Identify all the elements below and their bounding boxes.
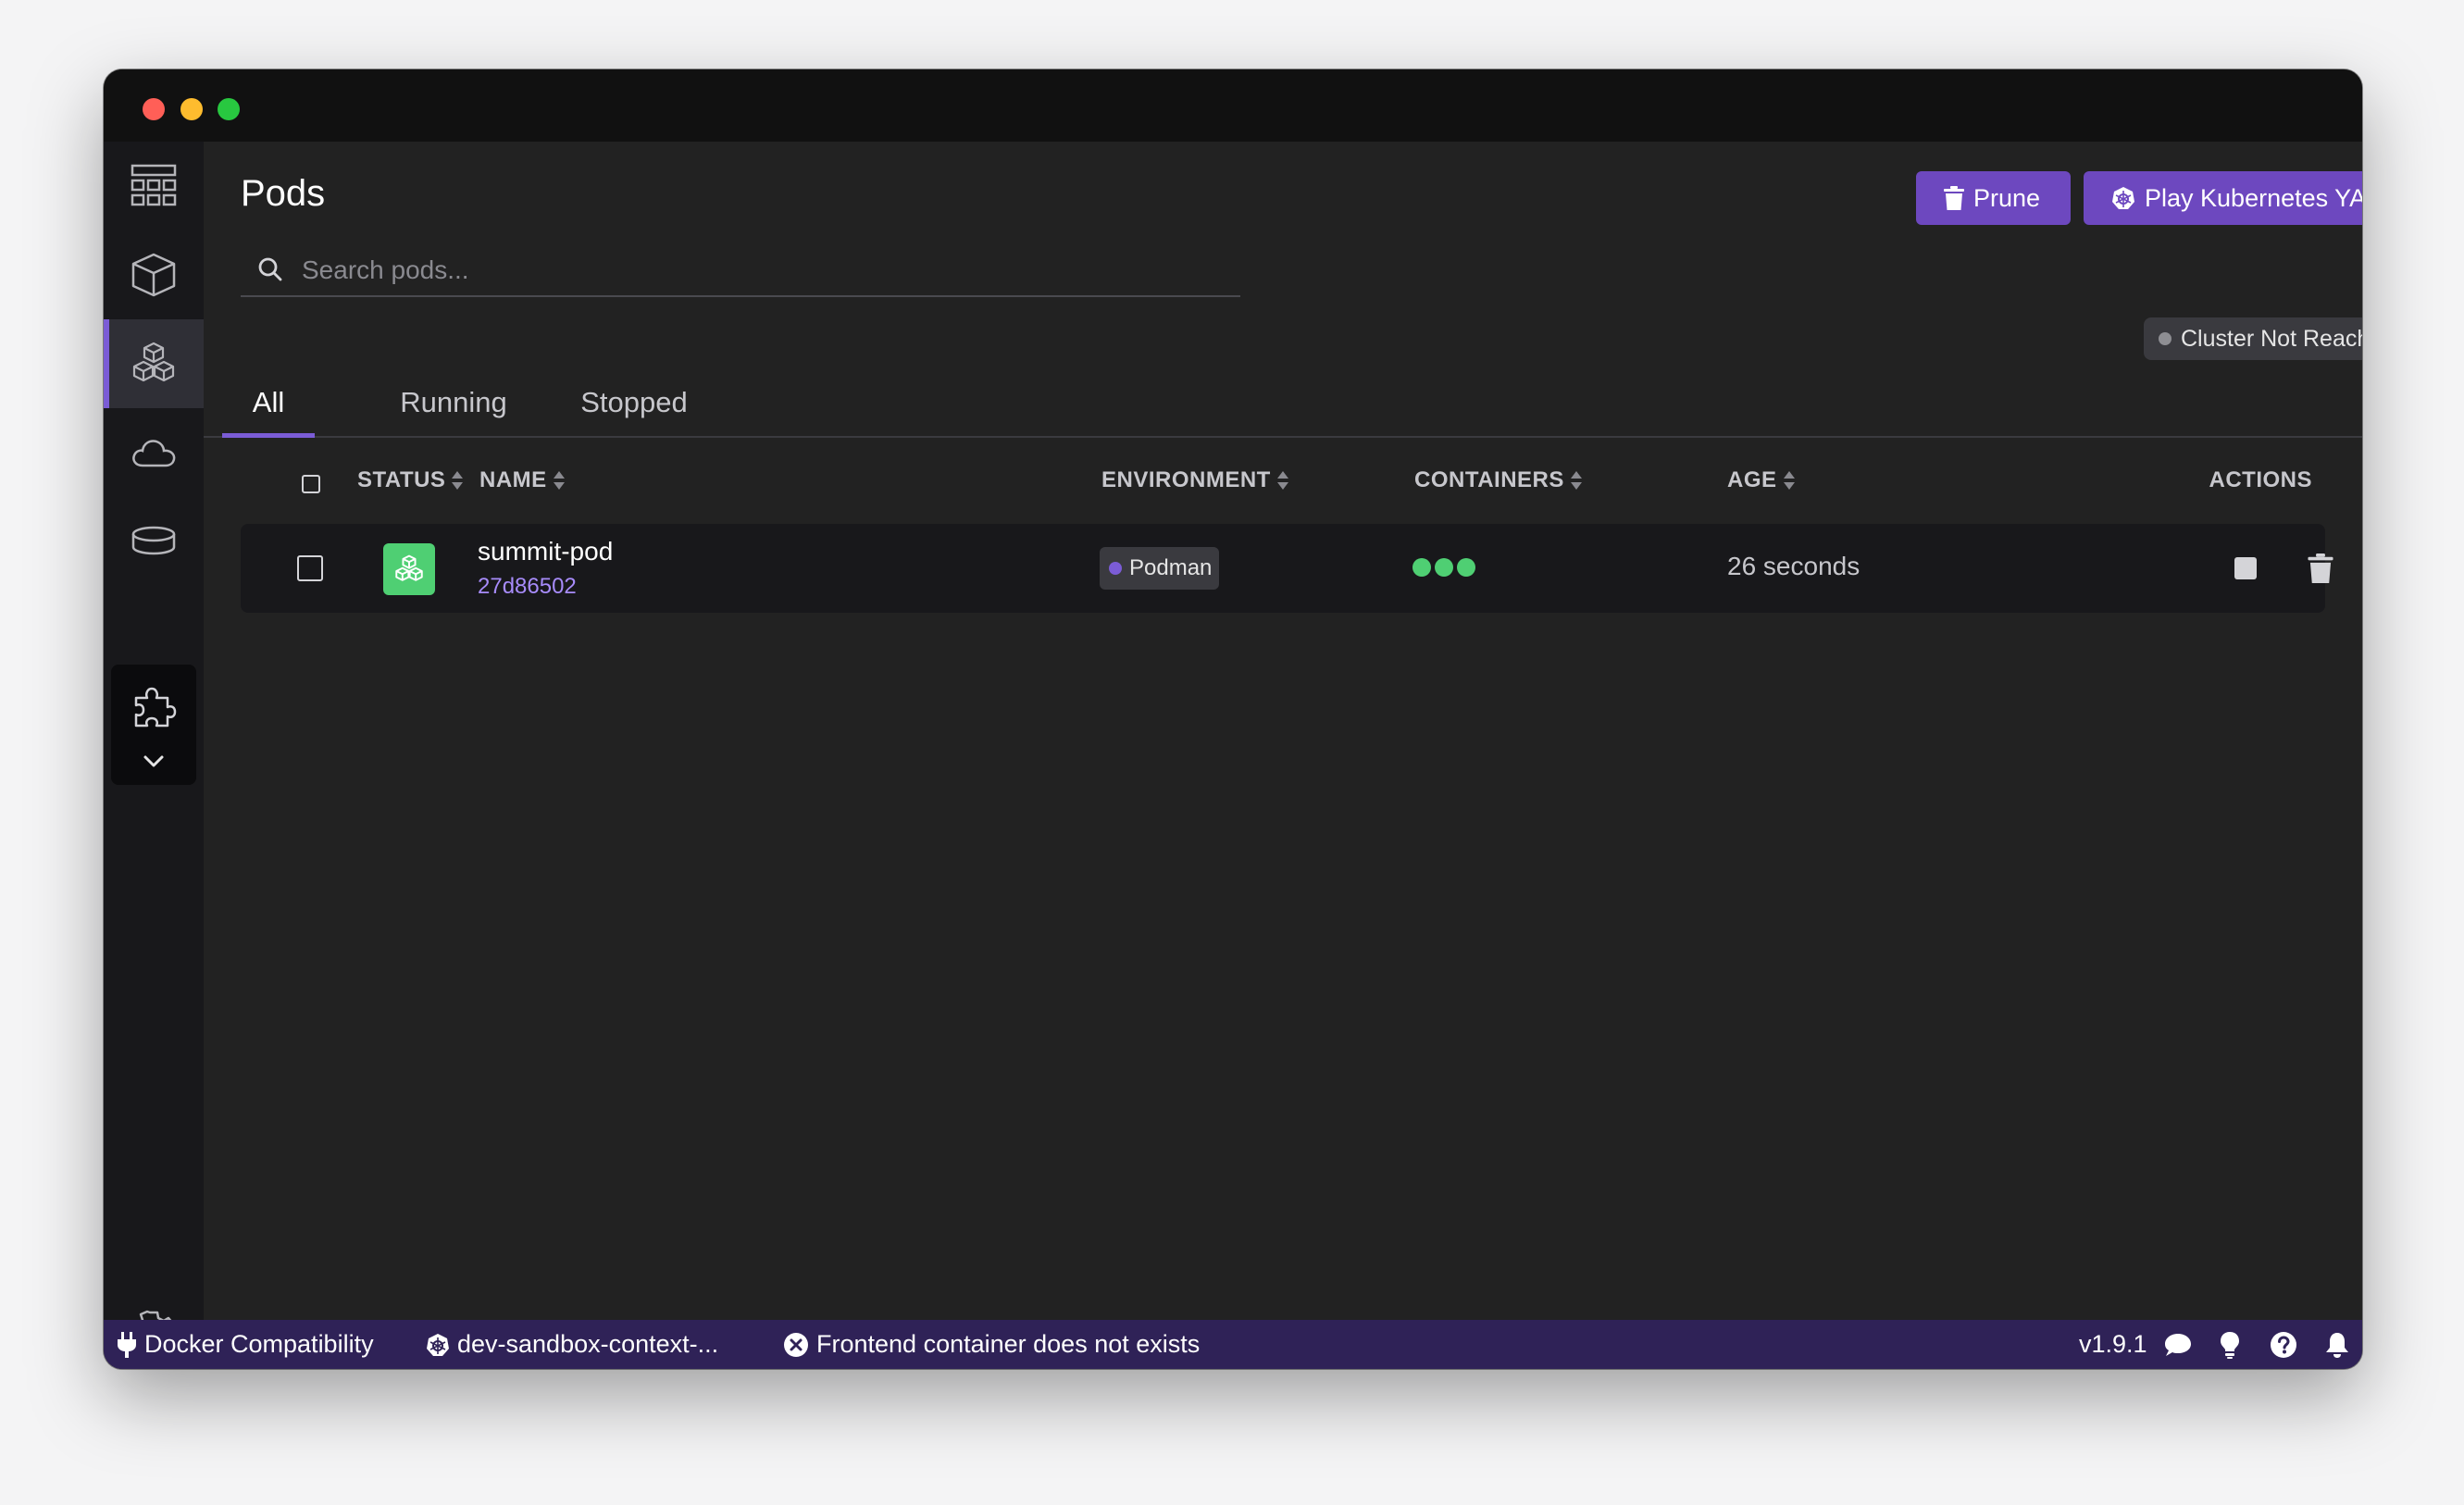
column-containers[interactable]: CONTAINERS: [1414, 467, 1583, 493]
error-circle-icon: [784, 1332, 808, 1357]
dashboard-icon: [131, 164, 177, 206]
table-header: STATUS NAME ENVIRONMENT CONTAINERS AGE A…: [241, 467, 2325, 504]
chat-bubble-icon: [2165, 1333, 2191, 1356]
row-checkbox[interactable]: [297, 555, 323, 586]
trash-icon: [1944, 186, 1964, 210]
close-window-button[interactable]: [143, 98, 165, 120]
extensions-group: [111, 665, 196, 785]
checkbox-icon: [302, 475, 320, 493]
prune-button[interactable]: Prune: [1916, 171, 2071, 225]
column-age-label: AGE: [1727, 467, 1777, 492]
column-containers-label: CONTAINERS: [1414, 467, 1564, 492]
delete-pod-button[interactable]: [2308, 553, 2333, 588]
sidebar-item-volumes[interactable]: [104, 497, 204, 586]
container-running-dot: [1457, 558, 1475, 577]
kubernetes-icon: [427, 1333, 449, 1356]
trash-icon: [2308, 553, 2333, 583]
docker-compatibility-label: Docker Compatibility: [144, 1330, 374, 1358]
column-actions: ACTIONS: [2209, 467, 2312, 492]
volumes-icon: [131, 526, 176, 555]
maximize-window-button[interactable]: [218, 98, 240, 120]
sidebar-item-kubernetes[interactable]: [104, 408, 204, 497]
environment-label: Podman: [1129, 555, 1213, 580]
puzzle-icon: [134, 687, 177, 728]
container-status-dots: [1412, 558, 1475, 577]
column-status-label: STATUS: [357, 467, 446, 492]
search-input[interactable]: [300, 249, 1220, 292]
lightbulb-icon: [2221, 1331, 2239, 1359]
kubernetes-context-item[interactable]: dev-sandbox-context-...: [426, 1320, 718, 1369]
table-row[interactable]: summit-pod 27d86502 Podman 26 seconds: [241, 524, 2333, 613]
sort-icon: [1276, 471, 1288, 490]
container-running-dot: [1412, 558, 1431, 577]
plug-icon: [118, 1331, 136, 1358]
pod-age: 26 seconds: [1727, 552, 1860, 580]
prune-label: Prune: [1973, 183, 2041, 212]
stop-pod-button[interactable]: [2234, 557, 2257, 584]
sidebar-item-extensions[interactable]: [111, 681, 196, 731]
cluster-status-label: Cluster Not Reachable: [2181, 325, 2362, 352]
container-running-dot: [1435, 558, 1453, 577]
notifications-button[interactable]: [2325, 1320, 2349, 1369]
tips-button[interactable]: [2220, 1320, 2240, 1369]
sidebar-item-containers[interactable]: [104, 230, 204, 319]
version-label: v1.9.1: [2079, 1330, 2147, 1358]
search-icon: [258, 257, 282, 281]
sort-icon: [1570, 471, 1582, 490]
filter-tabs: All Running Stopped: [204, 382, 2362, 438]
app-window: Pods Prune Play Kubernetes YAML C: [104, 69, 2362, 1369]
page-title: Pods: [241, 173, 326, 214]
column-environment[interactable]: ENVIRONMENT: [1101, 467, 1289, 493]
stop-icon: [2234, 557, 2257, 579]
sidebar: [104, 142, 204, 1356]
kubernetes-context-label: dev-sandbox-context-...: [457, 1330, 719, 1358]
chevron-down-icon: [143, 755, 164, 767]
column-environment-label: ENVIRONMENT: [1101, 467, 1271, 492]
feedback-button[interactable]: [2164, 1320, 2192, 1369]
column-status[interactable]: STATUS: [357, 467, 464, 493]
pod-status-running: [383, 543, 435, 595]
play-kubernetes-yaml-button[interactable]: Play Kubernetes YAML: [2084, 171, 2362, 225]
sidebar-item-dashboard[interactable]: [104, 142, 204, 230]
checkbox-icon: [297, 555, 323, 581]
help-button[interactable]: [2270, 1320, 2297, 1369]
main-content: Pods Prune Play Kubernetes YAML C: [204, 142, 2362, 1320]
help-circle-icon: [2271, 1331, 2296, 1358]
pods-icon: [132, 342, 175, 382]
tab-all[interactable]: All: [222, 382, 315, 438]
cluster-status-badge: Cluster Not Reachable: [2144, 317, 2362, 360]
sort-icon: [1783, 471, 1795, 490]
bell-icon: [2326, 1332, 2348, 1358]
status-dot-icon: [2159, 332, 2172, 345]
select-all-checkbox[interactable]: [302, 475, 320, 493]
column-name[interactable]: NAME: [479, 467, 566, 493]
column-name-label: NAME: [479, 467, 547, 492]
minimize-window-button[interactable]: [180, 98, 203, 120]
search-box: [241, 243, 1240, 297]
sort-icon: [452, 471, 464, 490]
containers-icon: [131, 253, 176, 297]
play-kubernetes-yaml-label: Play Kubernetes YAML: [2145, 183, 2362, 212]
frontend-error-label: Frontend container does not exists: [816, 1330, 1201, 1358]
status-bar: Docker Compatibility dev-sandbox-context…: [104, 1320, 2362, 1369]
pod-id: 27d86502: [478, 574, 577, 599]
pod-status-icon: [395, 554, 423, 581]
extensions-expand-toggle[interactable]: [111, 753, 196, 770]
sort-icon: [553, 471, 565, 490]
tab-running[interactable]: Running: [380, 382, 528, 436]
podman-dot-icon: [1109, 562, 1122, 575]
sidebar-item-pods[interactable]: [104, 319, 204, 408]
docker-compatibility-item[interactable]: Docker Compatibility: [117, 1320, 374, 1369]
column-age[interactable]: AGE: [1727, 467, 1796, 493]
kubernetes-icon: [2112, 187, 2134, 209]
cloud-icon: [132, 440, 176, 467]
title-bar: [104, 69, 2362, 142]
environment-badge: Podman: [1100, 547, 1220, 590]
frontend-error-item[interactable]: Frontend container does not exists: [783, 1320, 1200, 1369]
pod-name-link[interactable]: summit-pod: [478, 537, 613, 566]
tab-stopped[interactable]: Stopped: [555, 382, 713, 436]
